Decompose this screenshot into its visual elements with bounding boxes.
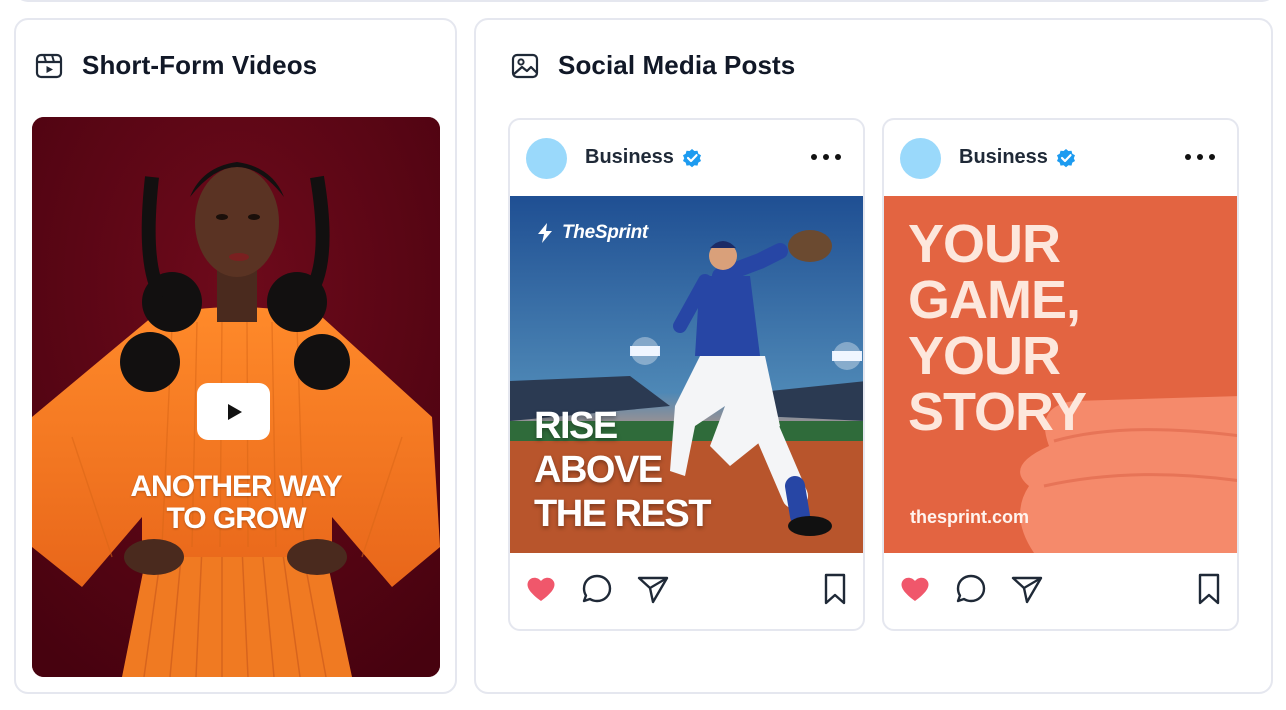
videos-card-title: Short-Form Videos [82,50,318,80]
social-card-title: Social Media Posts [558,50,796,80]
post-header: Business [884,120,1237,196]
save-button[interactable] [1192,572,1226,606]
verified-badge-icon [1056,148,1075,167]
send-icon [1011,576,1043,604]
account-label: Business [959,146,1048,168]
video-icon [35,53,63,78]
video-caption-line2: TO GROW [166,502,306,535]
brand-name: TheSprint [562,222,648,243]
post-image[interactable]: TheSprint RISE ABOVE THE REST [510,196,863,553]
send-icon [637,576,669,604]
account-name[interactable]: Business [959,146,1076,169]
share-button[interactable] [1010,572,1044,606]
comment-button[interactable] [954,572,988,606]
comment-icon [956,574,986,603]
post-url: thesprint.com [910,507,1030,527]
image-icon [511,53,539,78]
social-card-header: Social Media Posts [510,50,795,81]
share-button[interactable] [636,572,670,606]
brand-logo: TheSprint [536,222,648,244]
account-name[interactable]: Business [585,146,702,169]
like-button[interactable] [524,572,558,606]
verified-badge-icon [682,148,701,167]
post-headline: RISE ABOVE THE REST [534,405,711,535]
play-button[interactable] [197,383,270,440]
avatar[interactable] [900,138,941,179]
social-post: Business TheSprint RISE ABOVE THE REST [508,118,865,631]
avatar[interactable] [526,138,567,179]
bookmark-icon [824,573,846,605]
more-options-icon[interactable] [809,150,843,164]
video-thumbnail[interactable]: ANOTHER WAY TO GROW [32,117,440,677]
play-icon [227,403,242,420]
previous-card-edge [14,0,1276,2]
lightning-icon [538,223,552,243]
post-header: Business [510,120,863,196]
video-caption: ANOTHER WAY TO GROW [32,471,440,535]
post-actions [510,572,863,612]
post-actions [884,572,1237,612]
save-button[interactable] [818,572,852,606]
short-form-videos-card: Short-Form Videos ANOTHER WAY TO GROW [14,18,457,694]
like-button[interactable] [898,572,932,606]
post-image[interactable]: YOUR GAME, YOUR STORY thesprint.com [884,196,1237,553]
bookmark-icon [1198,573,1220,605]
comment-button[interactable] [580,572,614,606]
social-post: Business YOUR GAME, YOUR STORY thesprint… [882,118,1239,631]
social-media-posts-card: Social Media Posts Business TheSprint RI… [474,18,1273,694]
account-label: Business [585,146,674,168]
video-caption-line1: ANOTHER WAY [130,470,342,503]
heart-icon [901,577,929,601]
heart-icon [527,577,555,601]
videos-card-header: Short-Form Videos [34,50,317,81]
more-options-icon[interactable] [1183,150,1217,164]
comment-icon [582,574,612,603]
post-headline: YOUR GAME, YOUR STORY [908,214,1087,442]
